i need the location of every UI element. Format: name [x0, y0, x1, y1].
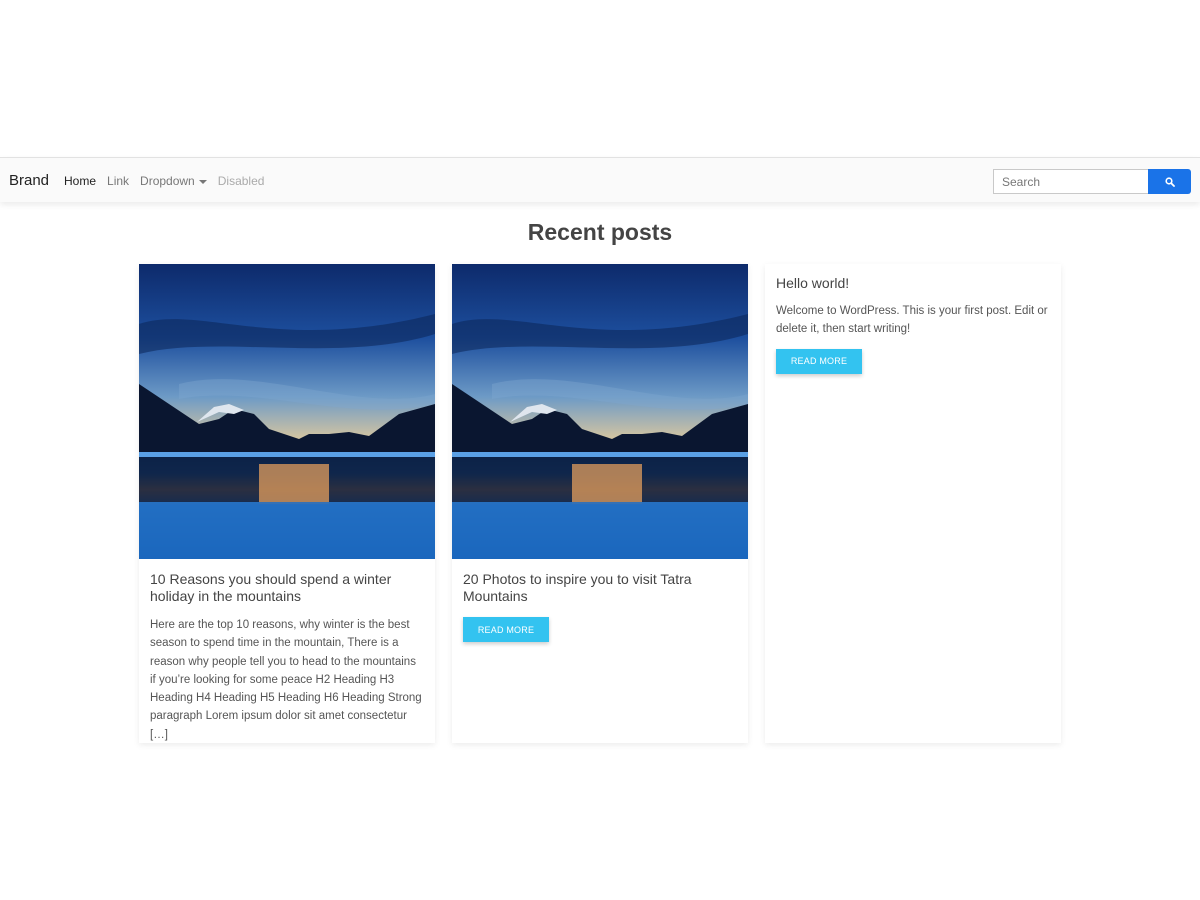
page-title: Recent posts [527, 219, 673, 245]
navbar: Brand Home Link Dropdown Disabled [0, 157, 1200, 202]
nav-links: Home Link Dropdown Disabled [64, 174, 264, 188]
read-more-button[interactable]: READ MORE [463, 617, 549, 642]
read-more-button[interactable]: READ MORE [776, 348, 862, 374]
nav-dropdown-label: Dropdown [140, 174, 195, 188]
caret-down-icon [198, 179, 207, 184]
post-image[interactable] [139, 264, 435, 559]
post-card: Hello world! Welcome to WordPress. This … [765, 264, 1061, 743]
post-excerpt: Welcome to WordPress. This is your first… [776, 305, 1048, 336]
post-card: 20 Photos to inspire you to visit Tatra … [452, 264, 748, 743]
nav-dropdown[interactable]: Dropdown [140, 174, 207, 188]
post-excerpt: Here are the top 10 reasons, why winter … [150, 619, 422, 741]
post-title[interactable]: Hello world! [776, 275, 1050, 292]
nav-link-link[interactable]: Link [107, 174, 129, 188]
post-title[interactable]: 10 Reasons you should spend a winter hol… [150, 571, 424, 605]
search-icon [1164, 176, 1175, 187]
nav-link-disabled: Disabled [217, 174, 265, 188]
search-input[interactable] [993, 169, 1149, 194]
nav-link-home[interactable]: Home [64, 174, 96, 188]
brand-link[interactable]: Brand [9, 172, 49, 189]
post-card: 10 Reasons you should spend a winter hol… [139, 264, 435, 743]
post-image[interactable] [452, 264, 748, 559]
post-title[interactable]: 20 Photos to inspire you to visit Tatra … [463, 571, 737, 605]
search-button[interactable] [1148, 169, 1191, 194]
